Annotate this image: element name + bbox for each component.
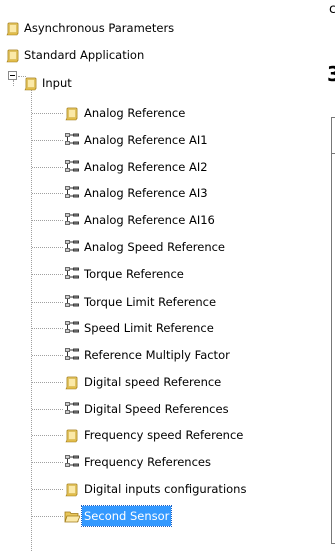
parameter-group-icon — [64, 132, 80, 148]
parameter-group-icon — [64, 239, 80, 255]
tree-line-connector — [32, 167, 63, 168]
folder-icon — [64, 374, 80, 390]
tree-item-label: Reference Multiply Factor — [84, 348, 230, 362]
tree-item[interactable]: Torque Limit Reference — [0, 292, 330, 312]
tree-item-label: Analog Reference AI2 — [84, 160, 208, 174]
tree-line-connector — [32, 247, 63, 248]
tree-item-label: Torque Reference — [84, 267, 184, 281]
tree-line-connector — [32, 302, 63, 303]
parameter-group-icon — [64, 266, 80, 282]
tree-item-label: Second Sensor — [80, 505, 173, 527]
parameter-group-icon — [64, 185, 80, 201]
tree-item-label: Standard Application — [24, 48, 145, 62]
tree-item[interactable]: Reference Multiply Factor — [0, 345, 330, 365]
tree-item[interactable]: Standard Application — [0, 45, 330, 65]
tree-item[interactable]: Second Sensor — [0, 505, 330, 527]
tree-line-connector — [32, 409, 63, 410]
folder-icon — [23, 75, 39, 91]
tree-item[interactable]: Torque Reference — [0, 264, 330, 284]
tree-item-label: Analog Speed Reference — [84, 240, 226, 254]
tree-line-connector — [32, 328, 63, 329]
folder-icon — [64, 105, 80, 121]
tree-line-connector — [32, 220, 63, 221]
tree-item-label: Input — [42, 76, 72, 90]
tree-line-connector — [32, 274, 63, 275]
parameter-group-icon — [64, 212, 80, 228]
tree-line-connector — [32, 355, 63, 356]
tree-line-connector — [32, 382, 63, 383]
tree-item-label: Digital Speed References — [84, 402, 229, 416]
tree-item[interactable]: Digital Speed References — [0, 399, 330, 419]
tree-line-connector — [32, 489, 63, 490]
tree-item-label: Asynchronous Parameters — [24, 21, 175, 35]
tree-item[interactable]: Analog Reference AI1 — [0, 130, 330, 150]
parameter-group-icon — [64, 159, 80, 175]
parameter-group-icon — [64, 320, 80, 336]
tree-item-label: Speed Limit Reference — [84, 321, 214, 335]
right-panel-heading: 3 — [327, 62, 335, 86]
tree-line-connector — [32, 140, 63, 141]
tree-item[interactable]: Analog Reference — [0, 103, 330, 123]
folder-icon — [5, 47, 21, 63]
tree-item-label: Analog Reference AI1 — [84, 133, 208, 147]
parameter-tree[interactable]: Asynchronous Parameters Standard Applicat… — [0, 0, 330, 551]
tree-item[interactable]: Frequency References — [0, 452, 330, 472]
parameter-group-icon — [64, 454, 80, 470]
tree-item-label: Frequency speed Reference — [84, 428, 244, 442]
tree-line-connector — [32, 462, 63, 463]
tree-item[interactable]: Speed Limit Reference — [0, 318, 330, 338]
tree-item[interactable]: Analog Reference AI3 — [0, 183, 330, 203]
tree-item[interactable]: Digital inputs configurations — [0, 479, 330, 499]
tree-item-label: Analog Reference AI16 — [84, 213, 215, 227]
tree-item[interactable]: Analog Reference AI16 — [0, 210, 330, 230]
right-panel-border — [331, 117, 335, 544]
right-panel: c 3 — [325, 0, 335, 545]
tree-line-connector — [32, 193, 63, 194]
folder-icon — [64, 481, 80, 497]
right-panel-divider — [331, 153, 335, 154]
tree-item[interactable]: Analog Speed Reference — [0, 237, 330, 257]
tree-line-connector — [32, 516, 63, 517]
tree-item[interactable]: Digital speed Reference — [0, 372, 330, 392]
tree-item[interactable]: Analog Reference AI2 — [0, 157, 330, 177]
tree-line-connector — [32, 113, 63, 114]
tree-item-label: Frequency References — [84, 455, 211, 469]
folder-icon — [5, 20, 21, 36]
right-panel-text: c — [329, 2, 335, 17]
tree-item[interactable]: Input — [0, 73, 330, 93]
open-folder-icon — [64, 508, 81, 524]
tree-item[interactable]: Asynchronous Parameters — [0, 18, 330, 38]
tree-item-label: Digital speed Reference — [84, 375, 222, 389]
tree-line-connector — [32, 435, 63, 436]
parameter-group-icon — [64, 294, 80, 310]
folder-icon — [64, 427, 80, 443]
parameter-group-icon — [64, 401, 80, 417]
tree-item-label: Torque Limit Reference — [84, 295, 217, 309]
tree-item-label: Digital inputs configurations — [84, 482, 247, 496]
tree-item[interactable]: Frequency speed Reference — [0, 425, 330, 445]
tree-item-label: Analog Reference — [84, 106, 186, 120]
parameter-group-icon — [64, 347, 80, 363]
tree-item-label: Analog Reference AI3 — [84, 186, 208, 200]
